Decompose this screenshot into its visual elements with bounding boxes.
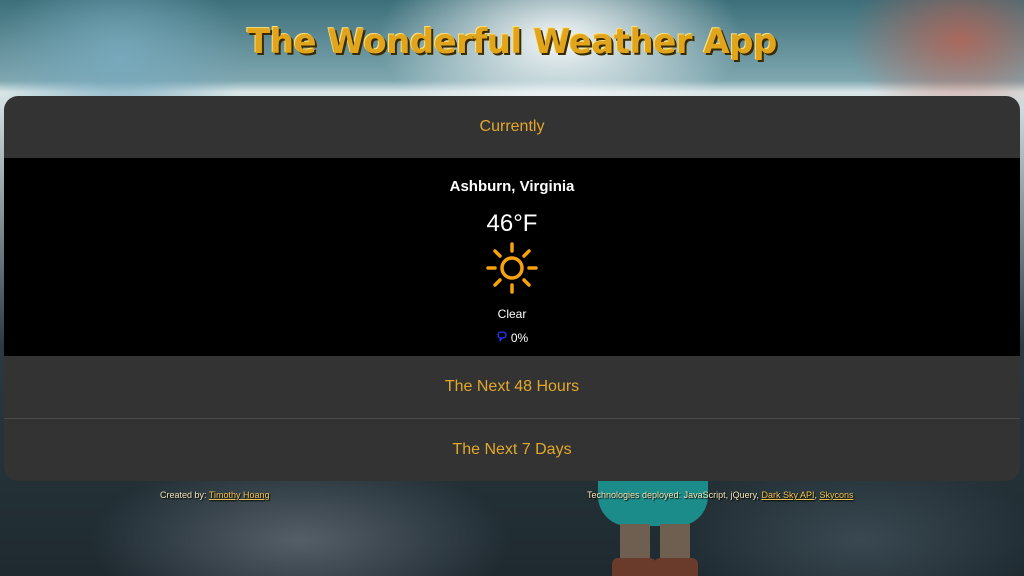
tech-separator: , [814, 490, 817, 500]
weather-summary: Clear [497, 307, 527, 321]
footer-credits: Created by: Timothy Hoang [160, 490, 270, 500]
temperature-value: 46°F [486, 210, 538, 237]
author-link[interactable]: Timothy Hoang [209, 490, 270, 500]
precip-value: 0% [510, 331, 529, 345]
dark-sky-api-link[interactable]: Dark Sky API [761, 490, 814, 500]
tab-next-7-days[interactable]: The Next 7 Days [4, 419, 1020, 481]
technologies-label: Technologies deployed: JavaScript, jQuer… [587, 490, 759, 500]
raindrop-icon [496, 331, 508, 343]
location-label: Ashburn, Virginia [449, 178, 575, 195]
weather-card: Currently Ashburn, Virginia 46°F Clear 0… [4, 96, 1020, 481]
precip-probability: 0% [4, 331, 1020, 345]
footer-technologies: Technologies deployed: JavaScript, jQuer… [587, 490, 854, 500]
tab-currently[interactable]: Currently [4, 96, 1020, 158]
created-by-label: Created by: [160, 490, 207, 500]
current-conditions-panel: Ashburn, Virginia 46°F Clear 0% [4, 158, 1020, 356]
tab-next-48-hours[interactable]: The Next 48 Hours [4, 356, 1020, 418]
app-title: The Wonderful Weather App [247, 22, 777, 62]
clear-day-sun-icon [484, 240, 540, 296]
skycons-link[interactable]: Skycons [820, 490, 854, 500]
